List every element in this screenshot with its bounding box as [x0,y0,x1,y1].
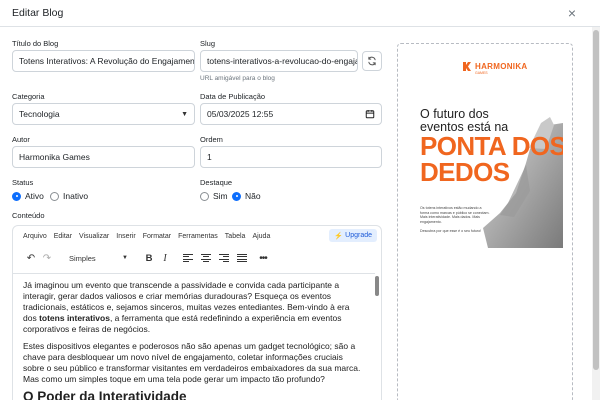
regenerate-slug-button[interactable] [362,51,382,71]
more-icon[interactable]: ••• [255,253,271,264]
chevron-down-icon: ▼ [181,111,188,118]
content-paragraph-2: Estes dispositivos elegantes e poderosos… [23,341,361,384]
featured-yes-radio[interactable] [200,191,209,201]
menu-tabela[interactable]: Tabela [225,233,246,240]
align-justify-icon[interactable] [237,254,247,262]
upgrade-label: Upgrade [345,232,372,239]
order-label: Ordem [200,135,223,144]
featured-image: HARMONIKA GAMES O futuro dos eventos est… [408,53,563,248]
editor-toolbar: ↶ ↷ Simples ▼ B I ••• [13,247,381,269]
editor-scrollbar-thumb[interactable] [375,276,379,296]
content-heading: O Poder da Interatividade [23,389,187,400]
slug-label: Slug [200,39,216,48]
align-left-icon[interactable] [183,254,193,262]
menu-visualizar[interactable]: Visualizar [79,233,109,240]
featured-label: Destaque [200,178,233,187]
block-style-value: Simples [69,253,96,263]
category-value: Tecnologia [19,109,60,119]
content-paragraph-1: Já imaginou um evento que transcende a p… [23,280,350,334]
lightning-icon: ⚡ [334,232,344,240]
status-active-label: Ativo [25,191,44,201]
status-inactive-option[interactable]: Inativo [50,191,88,201]
date-value: 05/03/2025 12:55 [207,109,274,119]
chevron-down-icon: ▼ [122,255,128,261]
author-input[interactable]: Harmonika Games [12,146,195,168]
author-label: Autor [12,135,30,144]
upgrade-button[interactable]: ⚡ Upgrade [329,229,377,242]
logo-subtext: GAMES [475,71,488,75]
editor-content[interactable]: Já imaginou um evento que transcende a p… [13,273,375,400]
date-label: Data de Publicação [200,92,266,101]
featured-no-label: Não [245,191,261,201]
content-label: Conteúdo [12,211,45,220]
status-inactive-label: Inativo [63,191,89,201]
status-active-radio[interactable] [12,191,21,201]
modal-title: Editar Blog [12,7,64,19]
rich-text-editor: Arquivo Editar Visualizar Inserir Format… [12,225,382,400]
calendar-icon[interactable] [365,109,375,119]
bold-button[interactable]: B [141,253,157,264]
order-input[interactable]: 1 [200,146,382,168]
redo-icon[interactable]: ↷ [39,253,55,264]
align-center-icon[interactable] [201,254,211,262]
featured-yes-label: Sim [213,191,228,201]
slug-input[interactable]: totens-interativos-a-revolucao-do-engaja… [200,50,358,72]
status-inactive-radio[interactable] [50,191,59,201]
featured-no-radio[interactable] [232,191,241,201]
poster-big-text: PONTA DOS DEDOS [420,131,563,187]
harmonika-logo: HARMONIKA GAMES [462,61,528,75]
block-style-select[interactable]: Simples ▼ [65,251,131,266]
menu-formatar[interactable]: Formatar [143,233,171,240]
close-icon[interactable]: × [566,6,578,20]
align-right-icon[interactable] [219,254,229,262]
title-input[interactable]: Totens Interativos: A Revolução do Engaj… [12,50,195,72]
page-scrollbar-thumb[interactable] [593,30,599,370]
menu-arquivo[interactable]: Arquivo [23,233,47,240]
logo-text: HARMONIKA [475,62,528,71]
poster-body-text: Os totens interativos estão mudando a fo… [420,206,490,224]
menu-ferramentas[interactable]: Ferramentas [178,233,218,240]
category-select[interactable]: Tecnologia ▼ [12,103,195,125]
title-label: Título do Blog [12,39,59,48]
undo-icon[interactable]: ↶ [23,253,39,264]
featured-no-option[interactable]: Não [232,191,261,201]
logo-mark-icon [463,62,471,71]
refresh-icon [368,56,376,66]
menu-editar[interactable]: Editar [54,233,72,240]
category-label: Categoria [12,92,45,101]
poster-cta-text: Descubra por que esse é o seu futuro! [420,229,482,233]
modal-header: Editar Blog [0,0,600,27]
status-active-option[interactable]: Ativo [12,191,44,201]
slug-help-text: URL amigável para o blog [200,75,275,82]
featured-yes-option[interactable]: Sim [200,191,228,201]
menu-inserir[interactable]: Inserir [116,233,135,240]
status-label: Status [12,178,34,187]
editor-menubar: Arquivo Editar Visualizar Inserir Format… [13,226,381,246]
date-input[interactable]: 05/03/2025 12:55 [200,103,382,125]
italic-button[interactable]: I [157,253,173,264]
menu-ajuda[interactable]: Ajuda [252,233,270,240]
